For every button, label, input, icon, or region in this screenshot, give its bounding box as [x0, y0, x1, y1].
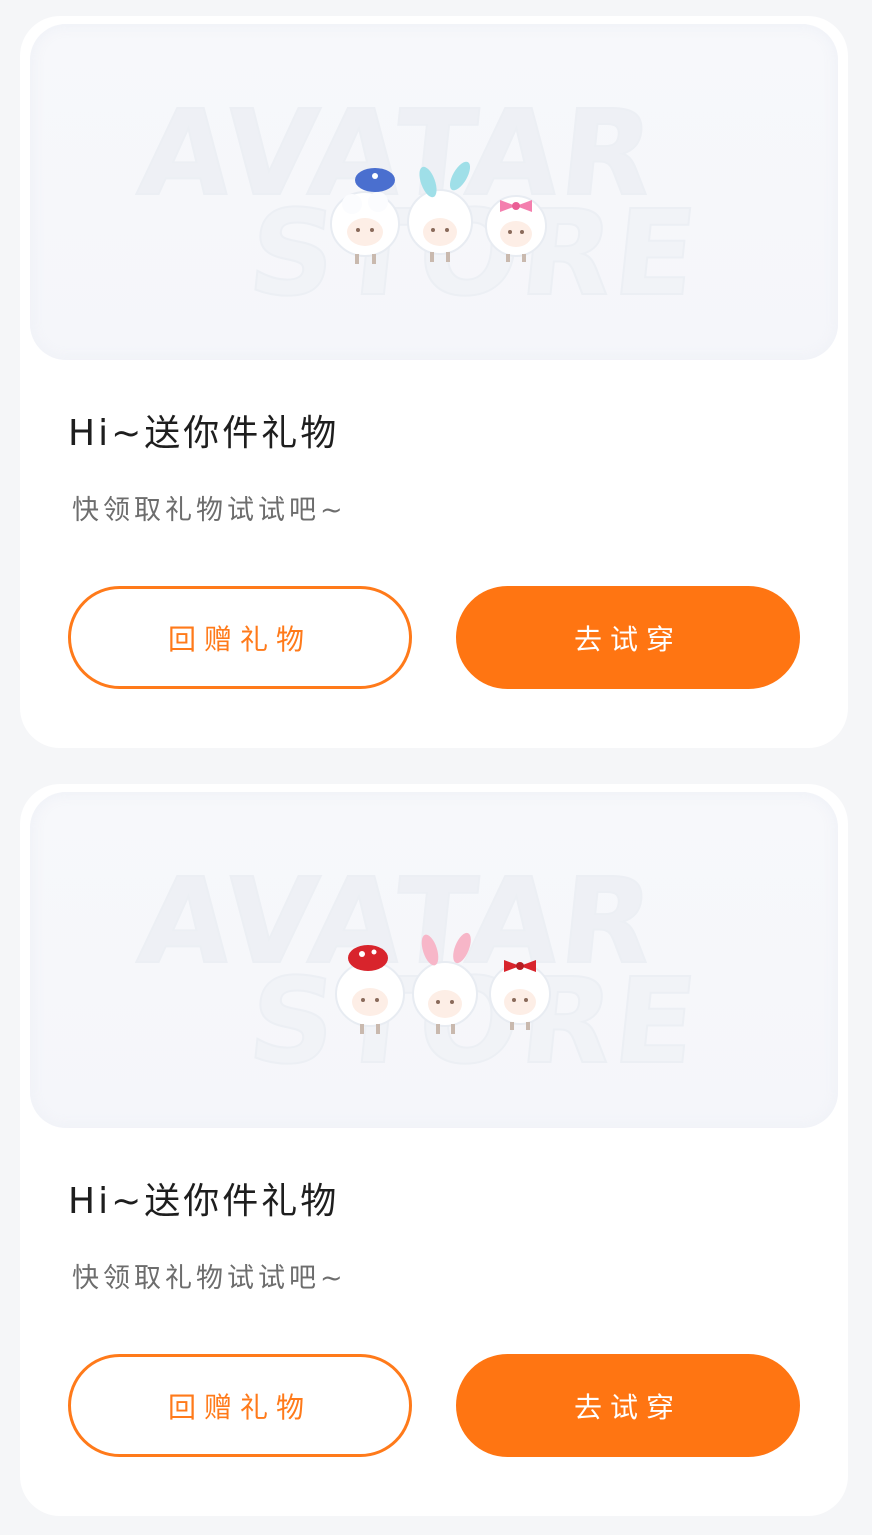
try-on-button[interactable]: 去试穿 [456, 1354, 800, 1457]
return-gift-button[interactable]: 回赠礼物 [68, 1354, 412, 1457]
gift-card: AVATAR STORE Hi~送你件礼物 快领取礼物试试吧~ 回赠礼物 去试穿 [20, 784, 848, 1516]
gift-card: AVATAR STORE Hi~送你件礼物 快领取礼物试试吧~ 回赠礼物 去试穿 [20, 16, 848, 748]
gift-title: Hi~送你件礼物 [68, 413, 340, 454]
sheep-avatar-icon [320, 922, 560, 1042]
try-on-button[interactable]: 去试穿 [456, 586, 800, 689]
gift-subtitle: 快领取礼物试试吧~ [72, 1263, 347, 1294]
gift-subtitle: 快领取礼物试试吧~ [72, 495, 347, 526]
gift-title: Hi~送你件礼物 [68, 1181, 340, 1222]
sheep-avatar-icon [320, 154, 560, 274]
gift-banner: AVATAR STORE [30, 792, 838, 1128]
gift-page: AVATAR STORE Hi~送你件礼物 快领取礼物试试吧~ 回赠礼物 去试穿… [0, 0, 872, 1535]
gift-banner: AVATAR STORE [30, 24, 838, 360]
return-gift-button[interactable]: 回赠礼物 [68, 586, 412, 689]
